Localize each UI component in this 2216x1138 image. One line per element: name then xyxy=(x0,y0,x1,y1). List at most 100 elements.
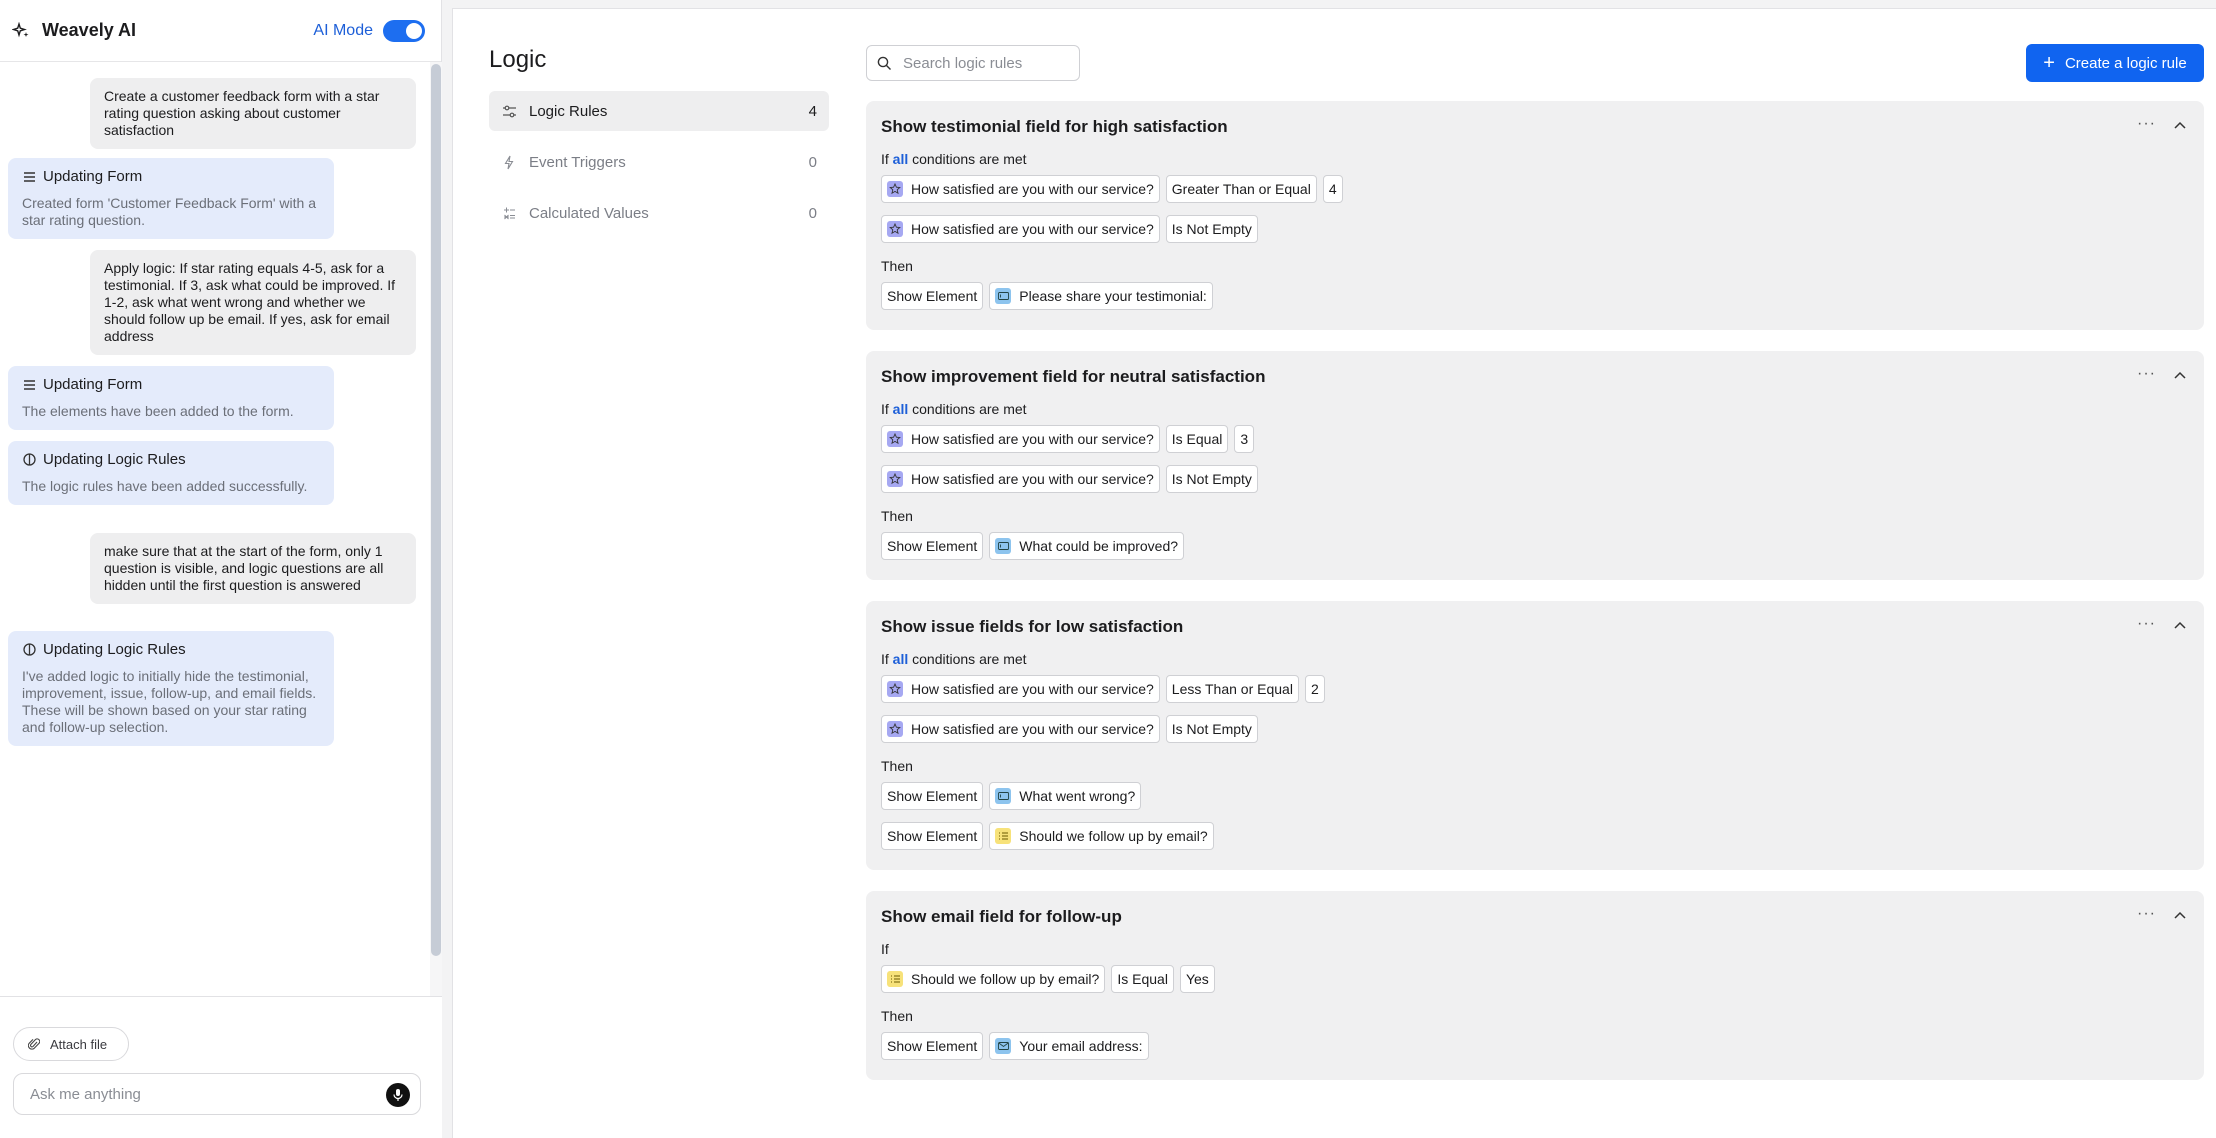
attach-file-label: Attach file xyxy=(50,1036,108,1052)
logic-rule-card[interactable]: Show issue fields for low satisfaction ·… xyxy=(866,601,2204,870)
chevron-up-icon[interactable] xyxy=(2172,117,2188,133)
condition-row: Should we follow up by email? Is Equal Y… xyxy=(881,965,1215,993)
chat-messages[interactable]: Create a customer feedback form with a s… xyxy=(0,62,442,996)
ai-message-body: The logic rules have been added successf… xyxy=(22,478,308,494)
chat-scrollbar-thumb[interactable] xyxy=(431,64,441,956)
ai-message-body: Created form 'Customer Feedback Form' wi… xyxy=(22,195,316,228)
ai-mode-toggle[interactable] xyxy=(383,19,425,42)
ai-title-text: Updating Logic Rules xyxy=(43,641,186,658)
question-text: How satisfied are you with our service? xyxy=(911,721,1154,737)
message-text: Create a customer feedback form with a s… xyxy=(104,88,380,138)
ai-title-text: Updating Form xyxy=(43,376,143,393)
action-chip[interactable]: Show Element xyxy=(881,782,984,810)
question-chip[interactable]: How satisfied are you with our service? xyxy=(881,675,1160,703)
chevron-up-icon[interactable] xyxy=(2172,367,2188,383)
more-options-icon[interactable]: ··· xyxy=(2137,115,2156,133)
target-chip[interactable]: Your email address: xyxy=(989,1032,1149,1060)
more-options-icon[interactable]: ··· xyxy=(2137,365,2156,383)
email-icon xyxy=(995,1038,1012,1054)
operator-chip[interactable]: Is Not Empty xyxy=(1165,215,1258,243)
condition-row: How satisfied are you with our service? … xyxy=(881,215,1258,243)
question-text: How satisfied are you with our service? xyxy=(911,471,1154,487)
nav-count: 0 xyxy=(808,153,817,171)
operator-chip[interactable]: Is Not Empty xyxy=(1165,465,1258,493)
attach-file-button[interactable]: Attach file xyxy=(13,1027,129,1061)
nav-label: Logic Rules xyxy=(529,102,608,120)
question-chip[interactable]: Should we follow up by email? xyxy=(881,965,1106,993)
ai-message: Updating Logic Rules The logic rules hav… xyxy=(8,441,334,505)
if-label: If xyxy=(881,401,889,417)
rule-condition-header: If all conditions are met xyxy=(881,151,1027,167)
plus-icon: + xyxy=(2043,52,2055,74)
logic-icon xyxy=(22,643,36,657)
ai-message: Updating Form Created form 'Customer Fee… xyxy=(8,158,334,239)
rules-icon xyxy=(501,103,517,119)
condition-row: How satisfied are you with our service? … xyxy=(881,465,1258,493)
target-chip[interactable]: What could be improved? xyxy=(989,532,1185,560)
nav-item-logic-rules[interactable]: Logic Rules 4 xyxy=(489,91,829,131)
action-chip[interactable]: Show Element xyxy=(881,1032,984,1060)
value-chip[interactable]: Yes xyxy=(1179,965,1215,993)
search-input[interactable]: Search logic rules xyxy=(866,45,1080,81)
message-text: make sure that at the start of the form,… xyxy=(104,543,384,593)
all-selector[interactable]: all xyxy=(893,401,909,417)
ask-input[interactable]: Ask me anything xyxy=(13,1073,421,1115)
action-row: Show Element What could be improved? xyxy=(881,532,1185,560)
star-icon xyxy=(887,681,903,697)
chevron-up-icon[interactable] xyxy=(2172,907,2188,923)
nav-item-calculated-values[interactable]: Calculated Values 0 xyxy=(489,193,829,233)
ai-message-body: I've added logic to initially hide the t… xyxy=(22,668,317,735)
question-chip[interactable]: How satisfied are you with our service? xyxy=(881,175,1160,203)
operator-chip[interactable]: Less Than or Equal xyxy=(1165,675,1299,703)
text-field-icon xyxy=(995,788,1012,804)
operator-chip[interactable]: Is Equal xyxy=(1165,425,1229,453)
action-row: Show Element What went wrong? xyxy=(881,782,1142,810)
question-chip[interactable]: How satisfied are you with our service? xyxy=(881,465,1160,493)
action-chip[interactable]: Show Element xyxy=(881,822,984,850)
if-label: If xyxy=(881,651,889,667)
action-chip[interactable]: Show Element xyxy=(881,532,984,560)
ai-message: Updating Form The elements have been add… xyxy=(8,366,334,430)
message-text: Apply logic: If star rating equals 4-5, … xyxy=(104,260,396,344)
logic-rule-card[interactable]: Show improvement field for neutral satis… xyxy=(866,351,2204,580)
ask-input-placeholder: Ask me anything xyxy=(30,1085,141,1103)
action-row: Show Element Your email address: xyxy=(881,1032,1149,1060)
chat-scrollbar[interactable] xyxy=(430,62,442,996)
operator-chip[interactable]: Is Equal xyxy=(1111,965,1174,993)
question-chip[interactable]: How satisfied are you with our service? xyxy=(881,715,1160,743)
user-message: make sure that at the start of the form,… xyxy=(90,533,416,604)
logic-icon xyxy=(22,453,36,467)
rule-condition-header: If all conditions are met xyxy=(881,651,1027,667)
question-text: How satisfied are you with our service? xyxy=(911,681,1154,697)
all-selector[interactable]: all xyxy=(893,151,909,167)
value-chip[interactable]: 3 xyxy=(1234,425,1255,453)
all-selector[interactable]: all xyxy=(893,651,909,667)
nav-item-event-triggers[interactable]: Event Triggers 0 xyxy=(489,142,829,182)
more-options-icon[interactable]: ··· xyxy=(2137,905,2156,923)
create-button-label: Create a logic rule xyxy=(2064,54,2187,72)
more-options-icon[interactable]: ··· xyxy=(2137,615,2156,633)
rule-title: Show issue fields for low satisfaction xyxy=(881,617,1184,636)
value-chip[interactable]: 2 xyxy=(1304,675,1325,703)
sparkle-icon xyxy=(10,20,32,42)
target-chip[interactable]: Please share your testimonial: xyxy=(989,282,1213,310)
condition-row: How satisfied are you with our service? … xyxy=(881,715,1258,743)
logic-rule-card[interactable]: Show testimonial field for high satisfac… xyxy=(866,101,2204,330)
operator-chip[interactable]: Greater Than or Equal xyxy=(1165,175,1317,203)
microphone-button[interactable] xyxy=(386,1083,410,1107)
nav-count: 0 xyxy=(808,204,817,222)
ai-title-text: Updating Form xyxy=(43,168,143,185)
operator-chip[interactable]: Is Not Empty xyxy=(1165,715,1258,743)
chevron-up-icon[interactable] xyxy=(2172,617,2188,633)
then-label: Then xyxy=(881,508,913,524)
question-chip[interactable]: How satisfied are you with our service? xyxy=(881,215,1160,243)
question-text: How satisfied are you with our service? xyxy=(911,431,1154,447)
logic-rule-card[interactable]: Show email field for follow-up ··· If Sh… xyxy=(866,891,2204,1080)
create-logic-rule-button[interactable]: + Create a logic rule xyxy=(2026,44,2204,82)
target-chip[interactable]: Should we follow up by email? xyxy=(989,822,1214,850)
target-chip[interactable]: What went wrong? xyxy=(989,782,1142,810)
logic-nav: Logic Rules 4 Event Triggers 0 Calculate… xyxy=(489,91,829,244)
value-chip[interactable]: 4 xyxy=(1322,175,1343,203)
question-chip[interactable]: How satisfied are you with our service? xyxy=(881,425,1160,453)
action-chip[interactable]: Show Element xyxy=(881,282,984,310)
